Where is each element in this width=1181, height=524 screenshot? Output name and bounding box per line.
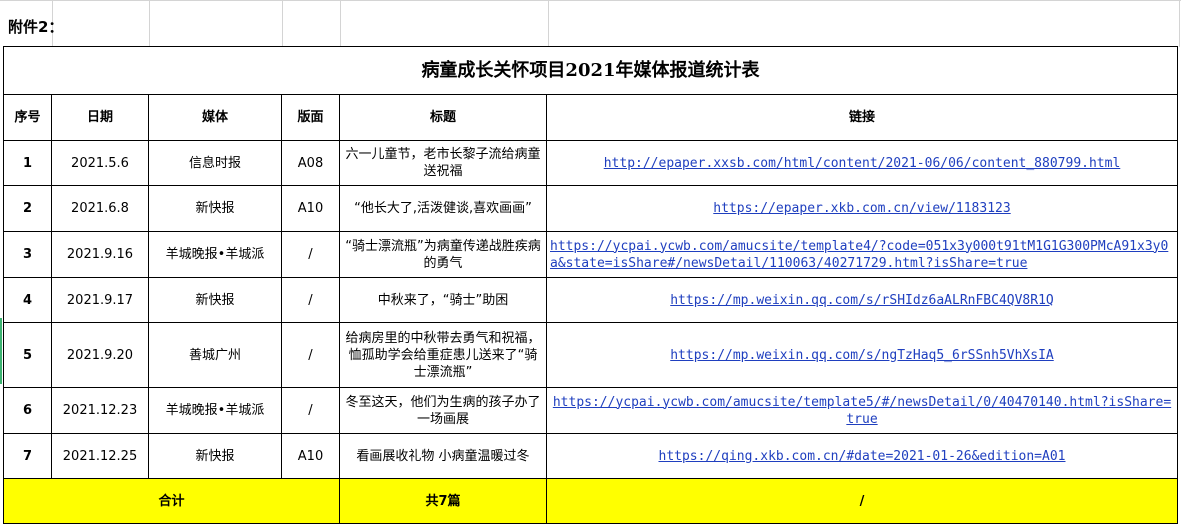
row-link[interactable]: https://mp.weixin.qq.com/s/rSHIdz6aALRnF… — [670, 293, 1054, 308]
row-date: 2021.12.23 — [51, 387, 149, 434]
row-title: “他长大了,活泼健谈,喜欢画画” — [339, 185, 547, 232]
media-report-table: 病童成长关怀项目2021年媒体报道统计表 序号 日期 媒体 版面 标题 链接 1… — [3, 46, 1178, 524]
row-page: / — [281, 231, 340, 278]
row-title: 中秋来了，“骑士”助困 — [339, 277, 547, 323]
table-title: 病童成长关怀项目2021年媒体报道统计表 — [3, 46, 1178, 95]
header-no: 序号 — [3, 94, 52, 141]
row-title: “骑士漂流瓶”为病童传递战胜疾病的勇气 — [339, 231, 547, 278]
row-date: 2021.5.6 — [51, 140, 149, 186]
row-no: 3 — [3, 231, 52, 278]
row-link-cell: https://epaper.xkb.com.cn/view/1183123 — [546, 185, 1178, 232]
row-title: 给病房里的中秋带去勇气和祝福，恤孤助学会给重症患儿送来了“骑士漂流瓶” — [339, 322, 547, 388]
table-row: 1 2021.5.6 信息时报 A08 六一儿童节，老市长黎子流给病童送祝福 h… — [3, 140, 1178, 186]
total-row: 合计 共7篇 / — [3, 478, 1178, 524]
row-media: 善城广州 — [148, 322, 282, 388]
row-link[interactable]: https://qing.xkb.com.cn/#date=2021-01-26… — [659, 449, 1066, 464]
row-date: 2021.9.20 — [51, 322, 149, 388]
table-row: 3 2021.9.16 羊城晚报•羊城派 / “骑士漂流瓶”为病童传递战胜疾病的… — [3, 231, 1178, 278]
total-count: 共7篇 — [339, 478, 547, 524]
row-no: 6 — [3, 387, 52, 434]
row-link-cell: https://mp.weixin.qq.com/s/ngTzHaq5_6rSS… — [546, 322, 1178, 388]
row-link-cell: https://qing.xkb.com.cn/#date=2021-01-26… — [546, 433, 1178, 479]
row-page: A10 — [281, 185, 340, 232]
row-link[interactable]: https://ycpai.ycwb.com/amucsite/template… — [553, 395, 1171, 427]
row-no: 1 — [3, 140, 52, 186]
row-link-cell: https://ycpai.ycwb.com/amucsite/template… — [546, 387, 1178, 434]
table-row: 4 2021.9.17 新快报 / 中秋来了，“骑士”助困 https://mp… — [3, 277, 1178, 323]
row-date: 2021.6.8 — [51, 185, 149, 232]
row-page: / — [281, 277, 340, 323]
row-page: A08 — [281, 140, 340, 186]
row-selection-marker — [0, 318, 2, 384]
total-label: 合计 — [3, 478, 340, 524]
spreadsheet-gridlines — [0, 0, 1181, 47]
row-page: / — [281, 322, 340, 388]
table-row: 7 2021.12.25 新快报 A10 看画展收礼物 小病童温暖过冬 http… — [3, 433, 1178, 479]
row-page: A10 — [281, 433, 340, 479]
row-link[interactable]: http://epaper.xxsb.com/html/content/2021… — [604, 156, 1121, 171]
header-date: 日期 — [51, 94, 149, 141]
row-media: 新快报 — [148, 433, 282, 479]
row-media: 新快报 — [148, 277, 282, 323]
row-no: 5 — [3, 322, 52, 388]
row-title: 六一儿童节，老市长黎子流给病童送祝福 — [339, 140, 547, 186]
row-media: 羊城晚报•羊城派 — [148, 231, 282, 278]
row-link[interactable]: https://epaper.xkb.com.cn/view/1183123 — [713, 201, 1010, 216]
header-link: 链接 — [546, 94, 1178, 141]
row-link-cell: http://epaper.xxsb.com/html/content/2021… — [546, 140, 1178, 186]
row-link[interactable]: https://mp.weixin.qq.com/s/ngTzHaq5_6rSS… — [670, 348, 1054, 363]
row-no: 7 — [3, 433, 52, 479]
row-date: 2021.9.17 — [51, 277, 149, 323]
total-link: / — [546, 478, 1178, 524]
row-no: 2 — [3, 185, 52, 232]
header-media: 媒体 — [148, 94, 282, 141]
row-title: 看画展收礼物 小病童温暖过冬 — [339, 433, 547, 479]
row-date: 2021.9.16 — [51, 231, 149, 278]
row-link-cell: https://mp.weixin.qq.com/s/rSHIdz6aALRnF… — [546, 277, 1178, 323]
row-title: 冬至这天，他们为生病的孩子办了一场画展 — [339, 387, 547, 434]
header-page: 版面 — [281, 94, 340, 141]
row-date: 2021.12.25 — [51, 433, 149, 479]
row-media: 信息时报 — [148, 140, 282, 186]
row-media: 羊城晚报•羊城派 — [148, 387, 282, 434]
table-row: 2 2021.6.8 新快报 A10 “他长大了,活泼健谈,喜欢画画” http… — [3, 185, 1178, 232]
table-row: 6 2021.12.23 羊城晚报•羊城派 / 冬至这天，他们为生病的孩子办了一… — [3, 387, 1178, 434]
table-row: 5 2021.9.20 善城广州 / 给病房里的中秋带去勇气和祝福，恤孤助学会给… — [3, 322, 1178, 388]
row-link-cell: https://ycpai.ycwb.com/amucsite/template… — [546, 231, 1178, 278]
header-row: 序号 日期 媒体 版面 标题 链接 — [3, 94, 1178, 141]
row-page: / — [281, 387, 340, 434]
row-link[interactable]: https://ycpai.ycwb.com/amucsite/template… — [550, 239, 1168, 271]
header-title: 标题 — [339, 94, 547, 141]
row-no: 4 — [3, 277, 52, 323]
row-media: 新快报 — [148, 185, 282, 232]
attachment-label: 附件2： — [8, 18, 64, 36]
